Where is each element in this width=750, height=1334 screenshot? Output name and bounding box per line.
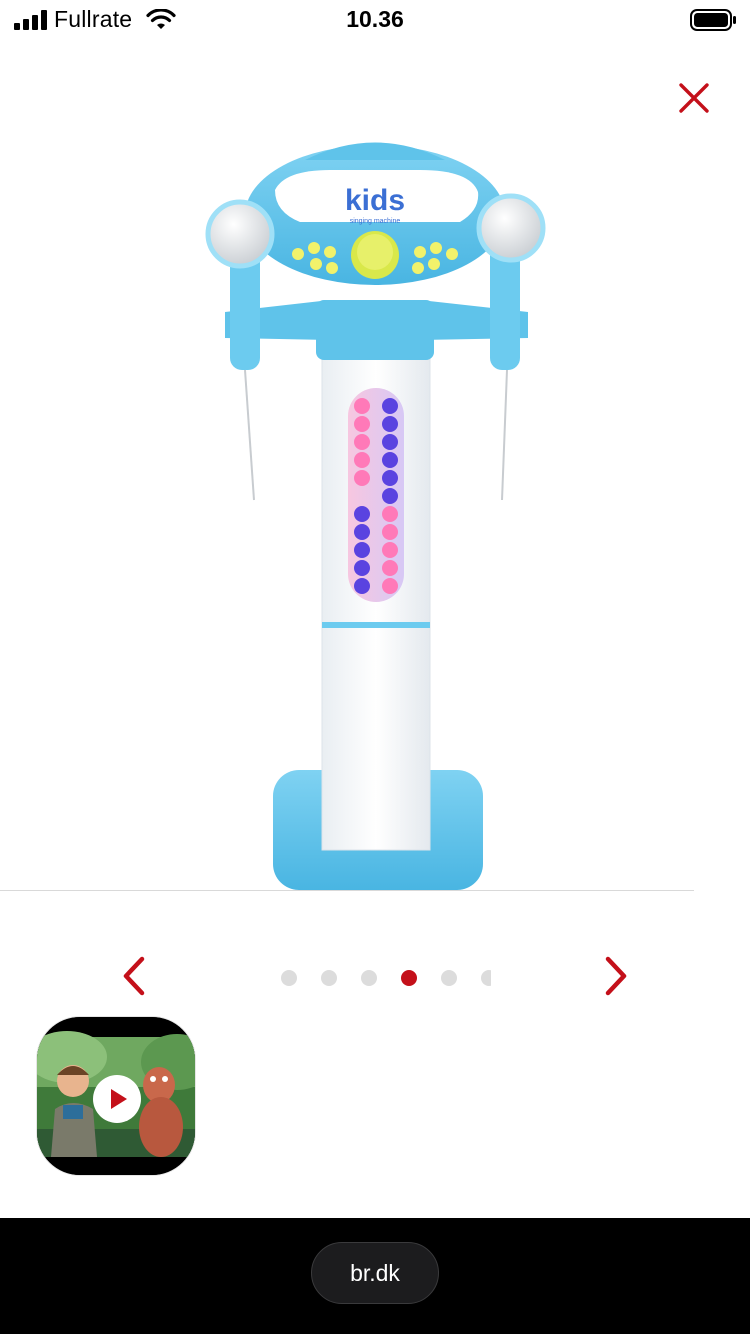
browser-bottom-bar: br.dk (0, 1218, 750, 1334)
close-icon[interactable] (674, 78, 714, 118)
carousel-dot[interactable] (321, 970, 337, 986)
carousel-dot[interactable] (281, 970, 297, 986)
gallery-divider (0, 890, 694, 891)
chevron-left-icon[interactable] (114, 955, 154, 997)
carousel-dot[interactable] (481, 970, 491, 986)
product-image[interactable]: kids singing machine (0, 130, 750, 890)
url-bar[interactable]: br.dk (311, 1242, 439, 1304)
product-logo-subtext: singing machine (350, 218, 401, 225)
status-time: 10.36 (346, 6, 404, 32)
carousel-dot-active[interactable] (401, 970, 417, 986)
play-button[interactable] (93, 1075, 141, 1123)
status-bar: Fullrate 10.36 (0, 0, 750, 44)
battery-icon (690, 9, 736, 31)
url-label: br.dk (350, 1259, 400, 1286)
video-thumbnail[interactable] (36, 1016, 196, 1176)
play-icon (111, 1089, 127, 1109)
carousel-dot[interactable] (441, 970, 457, 986)
product-logo-text: kids (345, 184, 405, 217)
carousel-pagination (281, 970, 491, 986)
chevron-right-icon[interactable] (596, 955, 636, 997)
carousel-dot[interactable] (361, 970, 377, 986)
karaoke-machine-illustration: kids singing machine (205, 142, 546, 890)
